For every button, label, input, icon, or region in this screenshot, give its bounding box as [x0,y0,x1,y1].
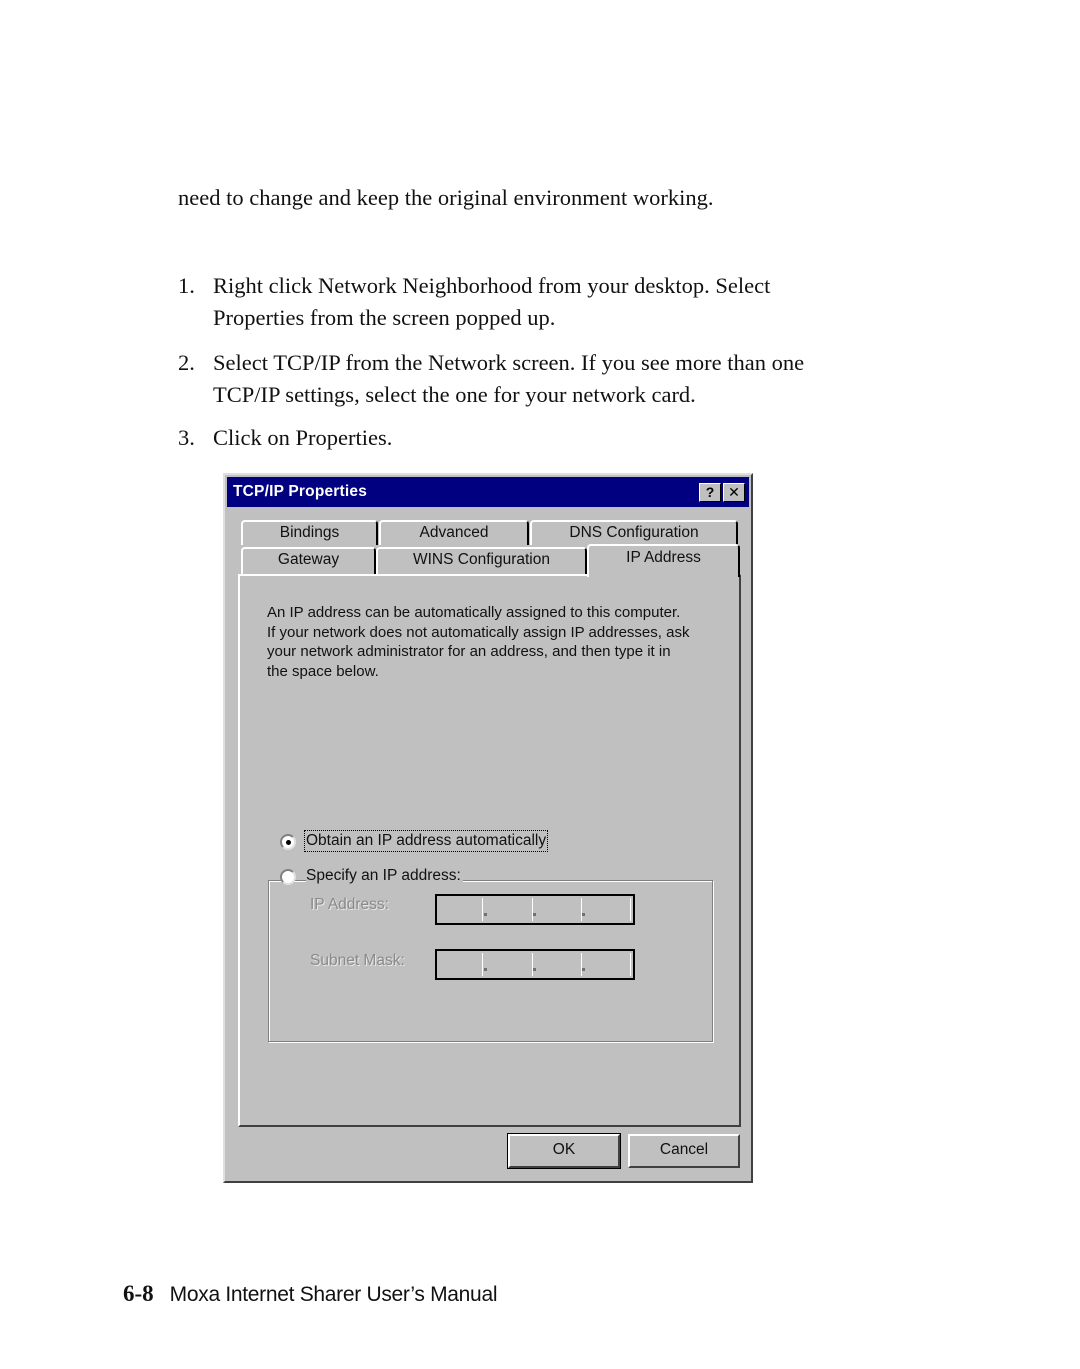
tab-gateway[interactable]: Gateway [241,547,376,574]
step-number: 1. [178,273,195,298]
ok-button[interactable]: OK [507,1133,621,1169]
description-line: If your network does not automatically a… [267,623,690,641]
dot-separator [484,913,487,916]
radio-label[interactable]: Obtain an IP address automatically [303,830,549,852]
ip-address-field[interactable] [435,894,635,925]
ip-octet-1[interactable] [439,898,483,921]
description-text: An IP address can be automatically assig… [267,603,689,681]
tab-advanced[interactable]: Advanced [379,520,529,545]
ip-address-panel: An IP address can be automatically assig… [238,574,741,1127]
manual-title: Moxa Internet Sharer User’s Manual [169,1283,498,1306]
close-icon: ✕ [728,484,740,500]
tab-dns-configuration[interactable]: DNS Configuration [530,520,738,545]
step-text-line: TCP/IP settings, select the one for your… [213,382,696,407]
mask-octet-2[interactable] [489,953,533,976]
ip-octet-3[interactable] [538,898,582,921]
intro-paragraph: need to change and keep the original env… [178,185,714,210]
step-number: 2. [178,350,195,375]
description-line: An IP address can be automatically assig… [267,604,681,621]
dot-separator [533,913,536,916]
tab-bindings[interactable]: Bindings [241,520,378,545]
subnet-mask-label: Subnet Mask: [310,952,405,969]
ip-octet-2[interactable] [489,898,533,921]
mask-octet-3[interactable] [538,953,582,976]
description-line: your network administrator for an addres… [267,643,671,660]
dialog-title: TCP/IP Properties [233,483,368,500]
cancel-button[interactable]: Cancel [628,1134,740,1168]
page-footer: 6-8 Moxa Internet Sharer User’s Manual [123,1281,497,1307]
radio-label[interactable]: Specify an IP address: [306,867,463,885]
radio-checked-icon[interactable] [280,834,296,850]
tab-ip-address[interactable]: IP Address [587,544,740,577]
help-button[interactable]: ? [699,483,721,502]
dot-separator [582,913,585,916]
description-line: the space below. [267,662,379,680]
title-bar[interactable]: TCP/IP Properties ? ✕ [227,477,749,507]
step-number: 3. [178,425,195,450]
step-text-line: Select TCP/IP from the Network screen. I… [213,350,805,375]
mask-octet-1[interactable] [439,953,483,976]
mask-octet-4[interactable] [587,953,631,976]
question-mark-icon: ? [705,484,715,500]
close-button[interactable]: ✕ [723,483,745,502]
tab-wins-configuration[interactable]: WINS Configuration [376,547,587,574]
page-number: 6-8 [123,1281,154,1306]
tcpip-properties-dialog: TCP/IP Properties ? ✕ Bindings Advanced … [223,473,753,1183]
subnet-mask-field[interactable] [435,949,635,980]
step-text-line: Right click Network Neighborhood from yo… [213,273,771,298]
ip-address-label: IP Address: [310,896,389,913]
dot-separator [582,968,585,971]
dot-separator [533,968,536,971]
radio-unchecked-icon[interactable] [280,869,296,885]
ip-octet-4[interactable] [587,898,631,921]
dot-separator [484,968,487,971]
step-text-line: Click on Properties. [213,425,393,450]
step-text-line: Properties from the screen popped up. [213,305,556,330]
